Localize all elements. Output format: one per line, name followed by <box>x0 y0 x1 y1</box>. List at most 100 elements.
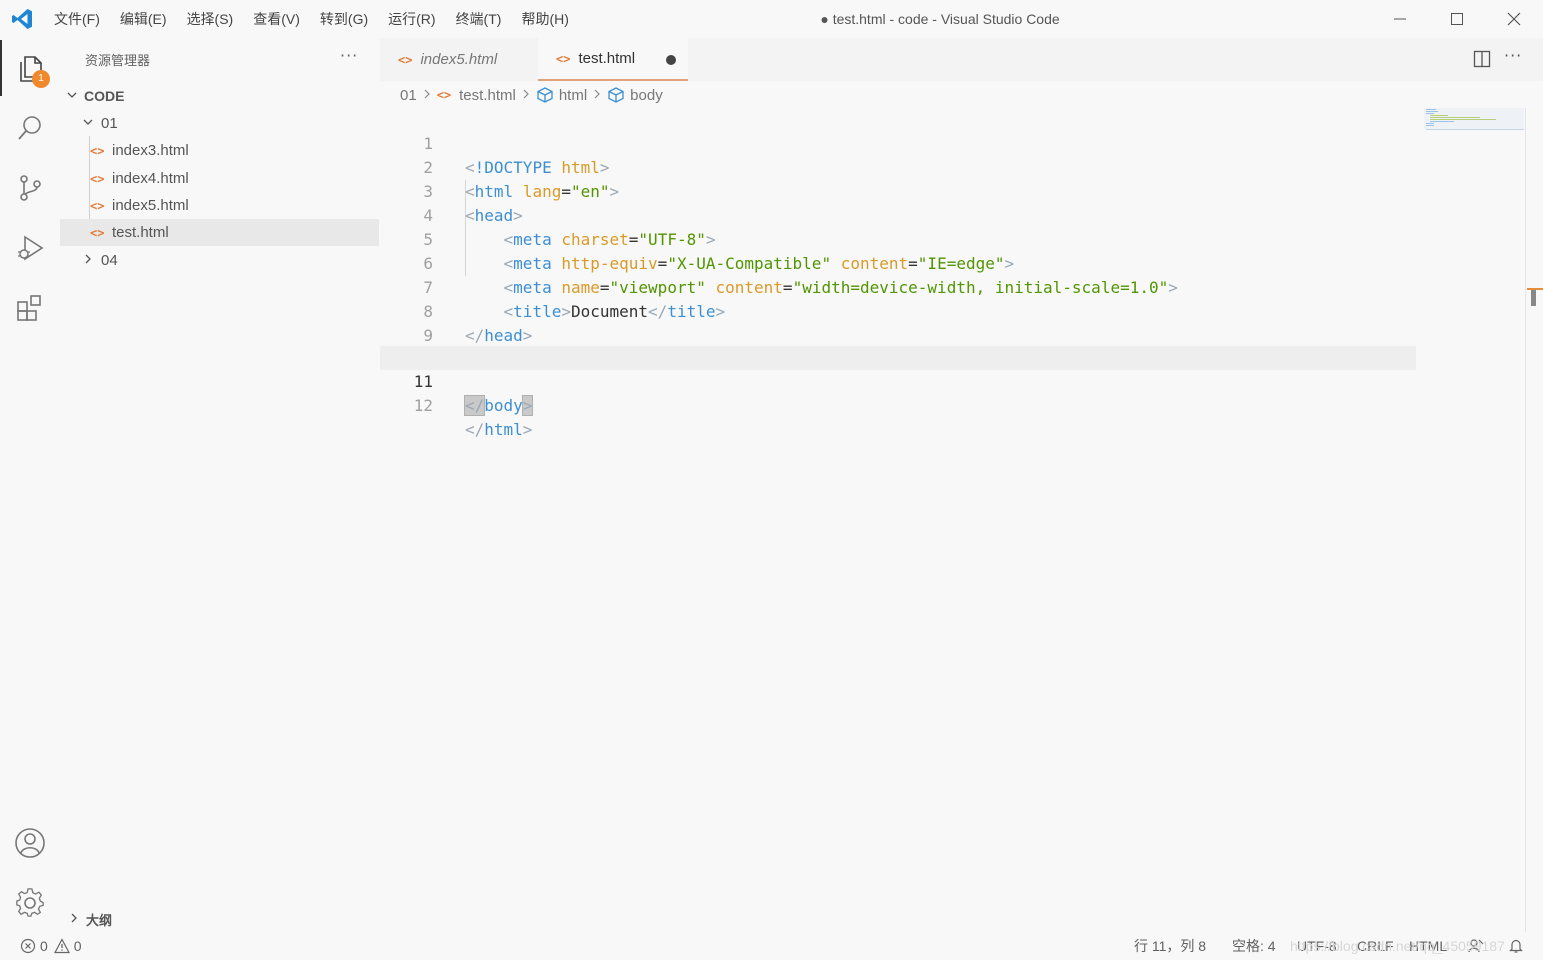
html-file-icon: <> <box>90 171 105 186</box>
close-window-button[interactable] <box>1491 0 1537 38</box>
file-index5[interactable]: <> index5.html <box>60 192 380 219</box>
sidebar-more-button[interactable]: ··· <box>340 46 358 65</box>
menu-file[interactable]: 文件(F) <box>44 0 110 38</box>
close-icon <box>1507 12 1521 26</box>
notifications-button[interactable] <box>1508 932 1524 960</box>
code-editor[interactable]: 1 <!DOCTYPE html> 2 <html lang="en"> 3 <… <box>380 108 1525 932</box>
tab-test[interactable]: <> test.html <box>538 38 688 81</box>
outline-section[interactable]: 大纲 <box>60 906 380 932</box>
window-title: ● test.html - code - Visual Studio Code <box>820 11 1060 27</box>
chevron-right-icon <box>593 87 601 104</box>
chevron-down-icon <box>64 88 80 104</box>
maximize-button[interactable] <box>1434 0 1480 38</box>
code-line: 6 <meta name="viewport" content="width=d… <box>380 228 1525 297</box>
warning-icon <box>53 938 70 954</box>
html-file-icon: <> <box>90 143 105 158</box>
file-index4[interactable]: <> index4.html <box>60 165 380 192</box>
minimize-button[interactable] <box>1377 0 1423 38</box>
menu-run[interactable]: 运行(R) <box>378 0 445 38</box>
file-label: index5.html <box>112 197 189 214</box>
minimize-icon <box>1394 18 1406 20</box>
gear-icon <box>16 888 44 917</box>
chevron-right-icon <box>522 87 530 104</box>
chevron-right-icon <box>423 87 431 104</box>
tab-label: index5.html <box>420 51 498 68</box>
file-label: index4.html <box>112 170 189 187</box>
scrollbar-thumb[interactable] <box>1531 290 1536 306</box>
code-line: 3 <head> <box>380 156 1525 225</box>
activity-explorer[interactable]: 1 <box>0 40 60 96</box>
workspace-root[interactable]: CODE <box>60 82 380 109</box>
symbol-element-icon <box>536 87 554 103</box>
chevron-down-icon <box>80 115 96 132</box>
menu-help[interactable]: 帮助(H) <box>511 0 578 38</box>
symbol-element-icon <box>607 87 625 103</box>
folder-01[interactable]: 01 <box>60 110 380 137</box>
code-line: 10 <box>380 324 1525 369</box>
code-line: 2 <html lang="en"> <box>380 132 1525 201</box>
file-index3[interactable]: <> index3.html <box>60 137 380 164</box>
code-line: 1 <!DOCTYPE html> <box>380 108 1525 177</box>
folder-04[interactable]: 04 <box>60 247 380 274</box>
menu-go[interactable]: 转到(G) <box>310 0 378 38</box>
code-line-current: 11 </body> <box>380 346 1416 416</box>
line-number: 12 <box>413 396 433 415</box>
vertical-scrollbar[interactable] <box>1525 108 1543 932</box>
folder-label: 01 <box>101 115 118 132</box>
error-count: 0 <box>40 938 48 954</box>
split-editor-icon[interactable] <box>1473 50 1491 68</box>
error-icon <box>20 938 36 954</box>
chevron-right-icon <box>80 252 96 269</box>
code-line: 7 <title>Document</title> <box>380 252 1525 321</box>
code-line: 8 </head> <box>380 276 1525 345</box>
activity-source-control[interactable] <box>0 160 60 216</box>
cursor-position[interactable]: 行 11，列 8 <box>1134 932 1206 960</box>
file-label: test.html <box>112 224 169 241</box>
menu-view[interactable]: 查看(V) <box>243 0 310 38</box>
unsaved-dot-icon[interactable] <box>666 55 676 65</box>
warning-count: 0 <box>73 938 82 954</box>
source-control-icon <box>20 175 41 201</box>
html-file-icon: <> <box>90 198 105 213</box>
run-debug-icon <box>18 235 44 261</box>
editor-tabs: <> index5.html <> test.html ··· <box>380 38 1543 81</box>
breadcrumb-body[interactable]: body <box>630 87 663 104</box>
html-file-icon: <> <box>398 52 413 67</box>
activity-run-debug[interactable] <box>0 220 60 276</box>
html-file-icon: <> <box>436 88 452 102</box>
account-icon <box>15 828 45 858</box>
explorer-sidebar: 资源管理器 ··· CODE 01 <> index3.html <> inde… <box>60 38 380 932</box>
menu-selection[interactable]: 选择(S) <box>177 0 244 38</box>
explorer-badge: 1 <box>32 70 50 88</box>
breadcrumb: 01 <> test.html html body <box>380 81 663 109</box>
editor-more-button[interactable]: ··· <box>1504 46 1522 65</box>
workspace-root-label: CODE <box>84 87 125 104</box>
outline-label: 大纲 <box>86 912 113 928</box>
maximize-icon <box>1451 13 1463 25</box>
breadcrumb-file[interactable]: test.html <box>459 87 516 104</box>
indentation-status[interactable]: 空格: 4 <box>1232 932 1276 960</box>
html-file-icon: <> <box>556 51 571 66</box>
activity-extensions[interactable] <box>0 280 60 336</box>
activity-manage[interactable] <box>0 875 60 931</box>
title-bar: 文件(F) 编辑(E) 选择(S) 查看(V) 转到(G) 运行(R) 终端(T… <box>0 0 1543 38</box>
bell-icon <box>1509 939 1523 953</box>
tab-index5[interactable]: <> index5.html <box>380 38 538 81</box>
code-line: 4 <meta charset="UTF-8"> <box>380 180 1525 249</box>
minimap[interactable] <box>1424 108 1524 138</box>
menu-terminal[interactable]: 终端(T) <box>446 0 512 38</box>
vscode-logo-icon <box>12 9 32 29</box>
file-test[interactable]: <> test.html <box>60 219 379 246</box>
menu-edit[interactable]: 编辑(E) <box>110 0 177 38</box>
search-icon <box>18 116 41 140</box>
breadcrumb-html[interactable]: html <box>559 87 587 104</box>
html-file-icon: <> <box>90 225 105 240</box>
problems-status[interactable]: 0 0 <box>20 932 82 960</box>
activity-search[interactable] <box>0 100 60 156</box>
activity-bar: 1 <box>0 38 60 932</box>
activity-accounts[interactable] <box>0 815 60 871</box>
breadcrumb-folder[interactable]: 01 <box>400 87 417 104</box>
sidebar-title: 资源管理器 <box>85 53 151 68</box>
code-line: 9 <body> <box>380 300 1525 369</box>
code-line: 12 </html> <box>380 370 1525 439</box>
